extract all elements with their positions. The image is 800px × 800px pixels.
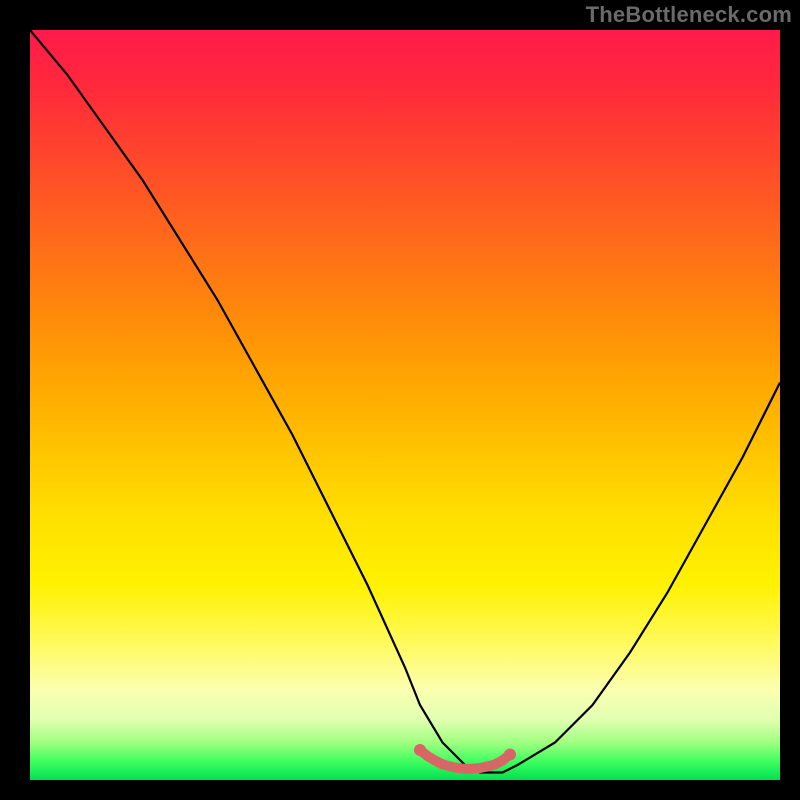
bottleneck-curve: [30, 30, 780, 773]
watermark-text: TheBottleneck.com: [586, 2, 792, 28]
curve-svg: [30, 30, 780, 780]
plot-area: [30, 30, 780, 780]
valley-highlight: [414, 744, 516, 769]
chart-container: TheBottleneck.com: [0, 0, 800, 800]
